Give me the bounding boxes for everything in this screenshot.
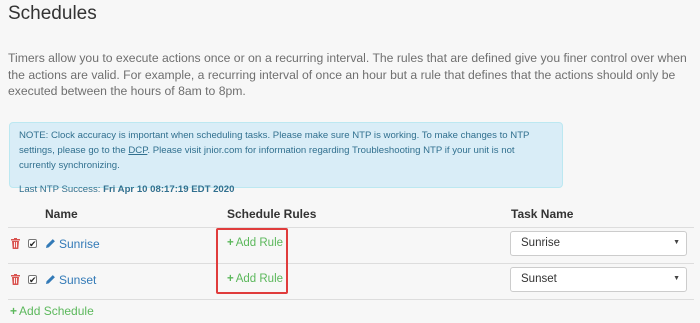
ntp-note: NOTE: Clock accuracy is important when s… [9,122,563,195]
schedule-name: Sunrise [59,237,100,251]
plus-icon: + [10,304,18,318]
caret-down-icon: ▼ [673,275,680,282]
task-select-value: Sunset [521,273,557,285]
table-row: ✔ Sunrise + Add Rule Sunrise ▼ [0,227,700,263]
table-header: Name Schedule Rules Task Name [0,201,700,227]
divider [8,299,694,300]
schedule-name: Sunset [59,273,97,287]
table-row: ✔ Sunset + Add Rule Sunset ▼ [0,263,700,299]
header-task-name: Task Name [511,207,574,221]
pencil-icon [46,275,55,284]
pencil-icon [46,239,55,248]
header-schedule-rules: Schedule Rules [227,207,317,221]
trash-icon[interactable] [11,274,20,285]
enabled-checkbox[interactable]: ✔ [28,239,37,249]
caret-down-icon: ▼ [673,239,680,246]
last-ntp-value: Fri Apr 10 08:17:19 EDT 2020 [103,184,235,195]
last-ntp-success: Last NTP Success: Fri Apr 10 08:17:19 ED… [19,182,553,197]
task-select-value: Sunrise [521,237,560,249]
header-name: Name [45,207,78,221]
trash-icon[interactable] [11,238,20,249]
enabled-checkbox[interactable]: ✔ [28,275,37,285]
intro-text: Timers allow you to execute actions once… [8,51,687,98]
page-title: Schedules [8,3,97,24]
schedule-name-link[interactable]: Sunset [45,273,96,287]
task-select[interactable]: Sunset ▼ [510,267,687,292]
highlight-box [216,228,288,294]
add-schedule-button[interactable]: + Add Schedule [10,304,94,318]
task-select[interactable]: Sunrise ▼ [510,231,687,256]
schedule-name-link[interactable]: Sunrise [45,237,100,251]
dcp-link[interactable]: DCP [128,145,147,156]
add-schedule-label: Add Schedule [19,304,94,318]
ntp-note-message: NOTE: Clock accuracy is important when s… [19,128,553,173]
last-ntp-label: Last NTP Success: [19,184,104,195]
